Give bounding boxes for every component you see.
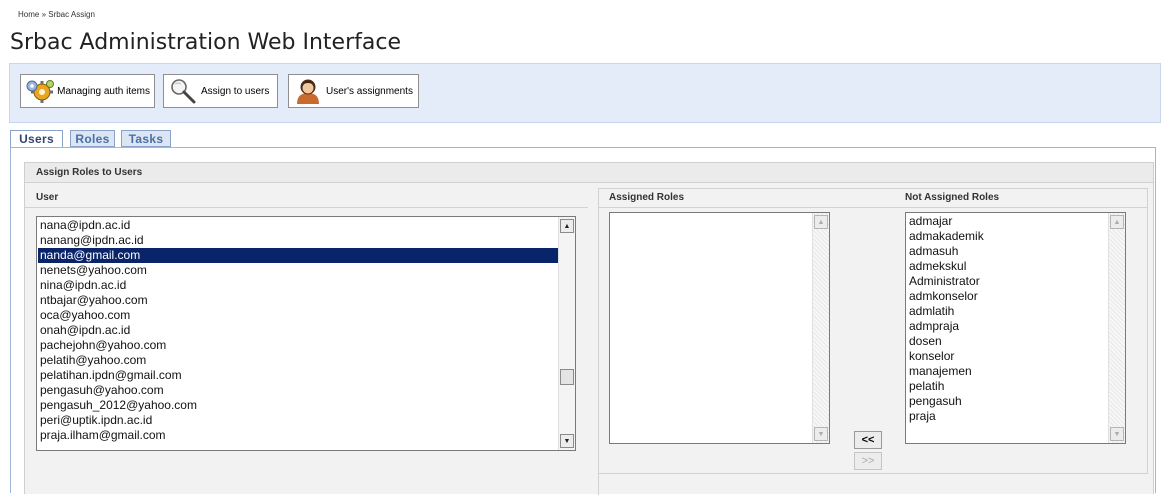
section-title: Assign Roles to Users [25,163,1153,183]
page-title: Srbac Administration Web Interface [10,30,401,55]
list-item[interactable]: admekskul [907,259,1107,274]
divider [1147,188,1148,473]
tab-tasks[interactable]: Tasks [121,130,171,147]
user-icon [292,76,324,106]
scroll-thumb[interactable] [560,369,574,385]
toolbar: Managing auth items Assign to users User… [9,63,1161,123]
list-item[interactable]: pelatih@yahoo.com [38,353,558,368]
list-item[interactable]: peri@uptik.ipdn.ac.id [38,413,558,428]
assigned-roles-header: Assigned Roles [609,192,685,203]
divider [598,188,599,495]
list-item[interactable]: pelatihan.ipdn@gmail.com [38,368,558,383]
list-item[interactable]: nina@ipdn.ac.id [38,278,558,293]
user-listbox[interactable]: nana@ipdn.ac.id nanang@ipdn.ac.id nanda@gm… [36,216,576,451]
assign-roles-panel: Assign Roles to Users User nana@ipdn.ac.… [24,162,1154,495]
scroll-up-arrow-icon[interactable]: ▲ [560,219,574,233]
users-assignments-label: User's assignments [326,85,413,97]
list-item[interactable]: admkonselor [907,289,1107,304]
list-item[interactable]: nenets@yahoo.com [38,263,558,278]
users-assignments-button[interactable]: User's assignments [288,74,419,108]
list-item[interactable]: Administrator [907,274,1107,289]
not-assigned-list-scrollbar[interactable]: ▲ ▼ [1108,213,1125,443]
list-item[interactable]: konselor [907,349,1107,364]
list-item[interactable]: admpraja [907,319,1107,334]
list-item[interactable]: nana@ipdn.ac.id [38,218,558,233]
divider [598,188,1148,189]
list-item[interactable]: pengasuh [907,394,1107,409]
list-item[interactable]: praja [907,409,1107,424]
list-item[interactable]: praja.ilham@gmail.com [38,428,558,443]
not-assigned-roles-header: Not Assigned Roles [905,192,1000,203]
list-item[interactable]: onah@ipdn.ac.id [38,323,558,338]
tab-users[interactable]: Users [10,130,63,148]
revoke-role-button[interactable]: >> [854,452,882,470]
user-column-header: User [36,192,59,203]
list-item[interactable]: admlatih [907,304,1107,319]
list-item[interactable]: nanda@gmail.com [38,248,558,263]
not-assigned-roles-listbox[interactable]: admajar admakademik admasuh admekskul Admini… [905,212,1126,444]
scroll-up-arrow-icon[interactable]: ▲ [1110,215,1124,229]
list-item[interactable]: dosen [907,334,1107,349]
gears-icon [24,76,55,106]
list-item[interactable]: pengasuh_2012@yahoo.com [38,398,558,413]
list-item[interactable]: oca@yahoo.com [38,308,558,323]
list-item[interactable]: ntbajar@yahoo.com [38,293,558,308]
assign-to-users-label: Assign to users [201,85,270,97]
scroll-down-arrow-icon[interactable]: ▼ [560,434,574,448]
scroll-down-arrow-icon[interactable]: ▼ [1110,427,1124,441]
assign-to-users-button[interactable]: Assign to users [163,74,278,108]
tab-roles[interactable]: Roles [70,130,115,147]
list-item[interactable]: admakademik [907,229,1107,244]
scroll-down-arrow-icon[interactable]: ▼ [814,427,828,441]
assign-role-button[interactable]: << [854,431,882,449]
magnifier-icon [167,76,199,106]
list-item[interactable]: admajar [907,214,1107,229]
assigned-list-scrollbar[interactable]: ▲ ▼ [812,213,829,443]
scroll-up-arrow-icon[interactable]: ▲ [814,215,828,229]
user-list-scrollbar[interactable]: ▲ ▼ [558,217,575,450]
list-item[interactable]: admasuh [907,244,1107,259]
tab-content: Assign Roles to Users User nana@ipdn.ac.… [10,147,1156,495]
breadcrumb: Home » Srbac Assign [18,10,95,19]
divider [598,473,1148,474]
list-item[interactable]: nanang@ipdn.ac.id [38,233,558,248]
list-item[interactable]: pelatih [907,379,1107,394]
assigned-roles-listbox[interactable]: ▲ ▼ [609,212,830,444]
managing-auth-items-button[interactable]: Managing auth items [20,74,155,108]
managing-auth-items-label: Managing auth items [57,85,150,97]
list-item[interactable]: pengasuh@yahoo.com [38,383,558,398]
list-item[interactable]: manajemen [907,364,1107,379]
list-item[interactable]: pachejohn@yahoo.com [38,338,558,353]
divider [25,207,588,208]
divider [598,207,1148,208]
